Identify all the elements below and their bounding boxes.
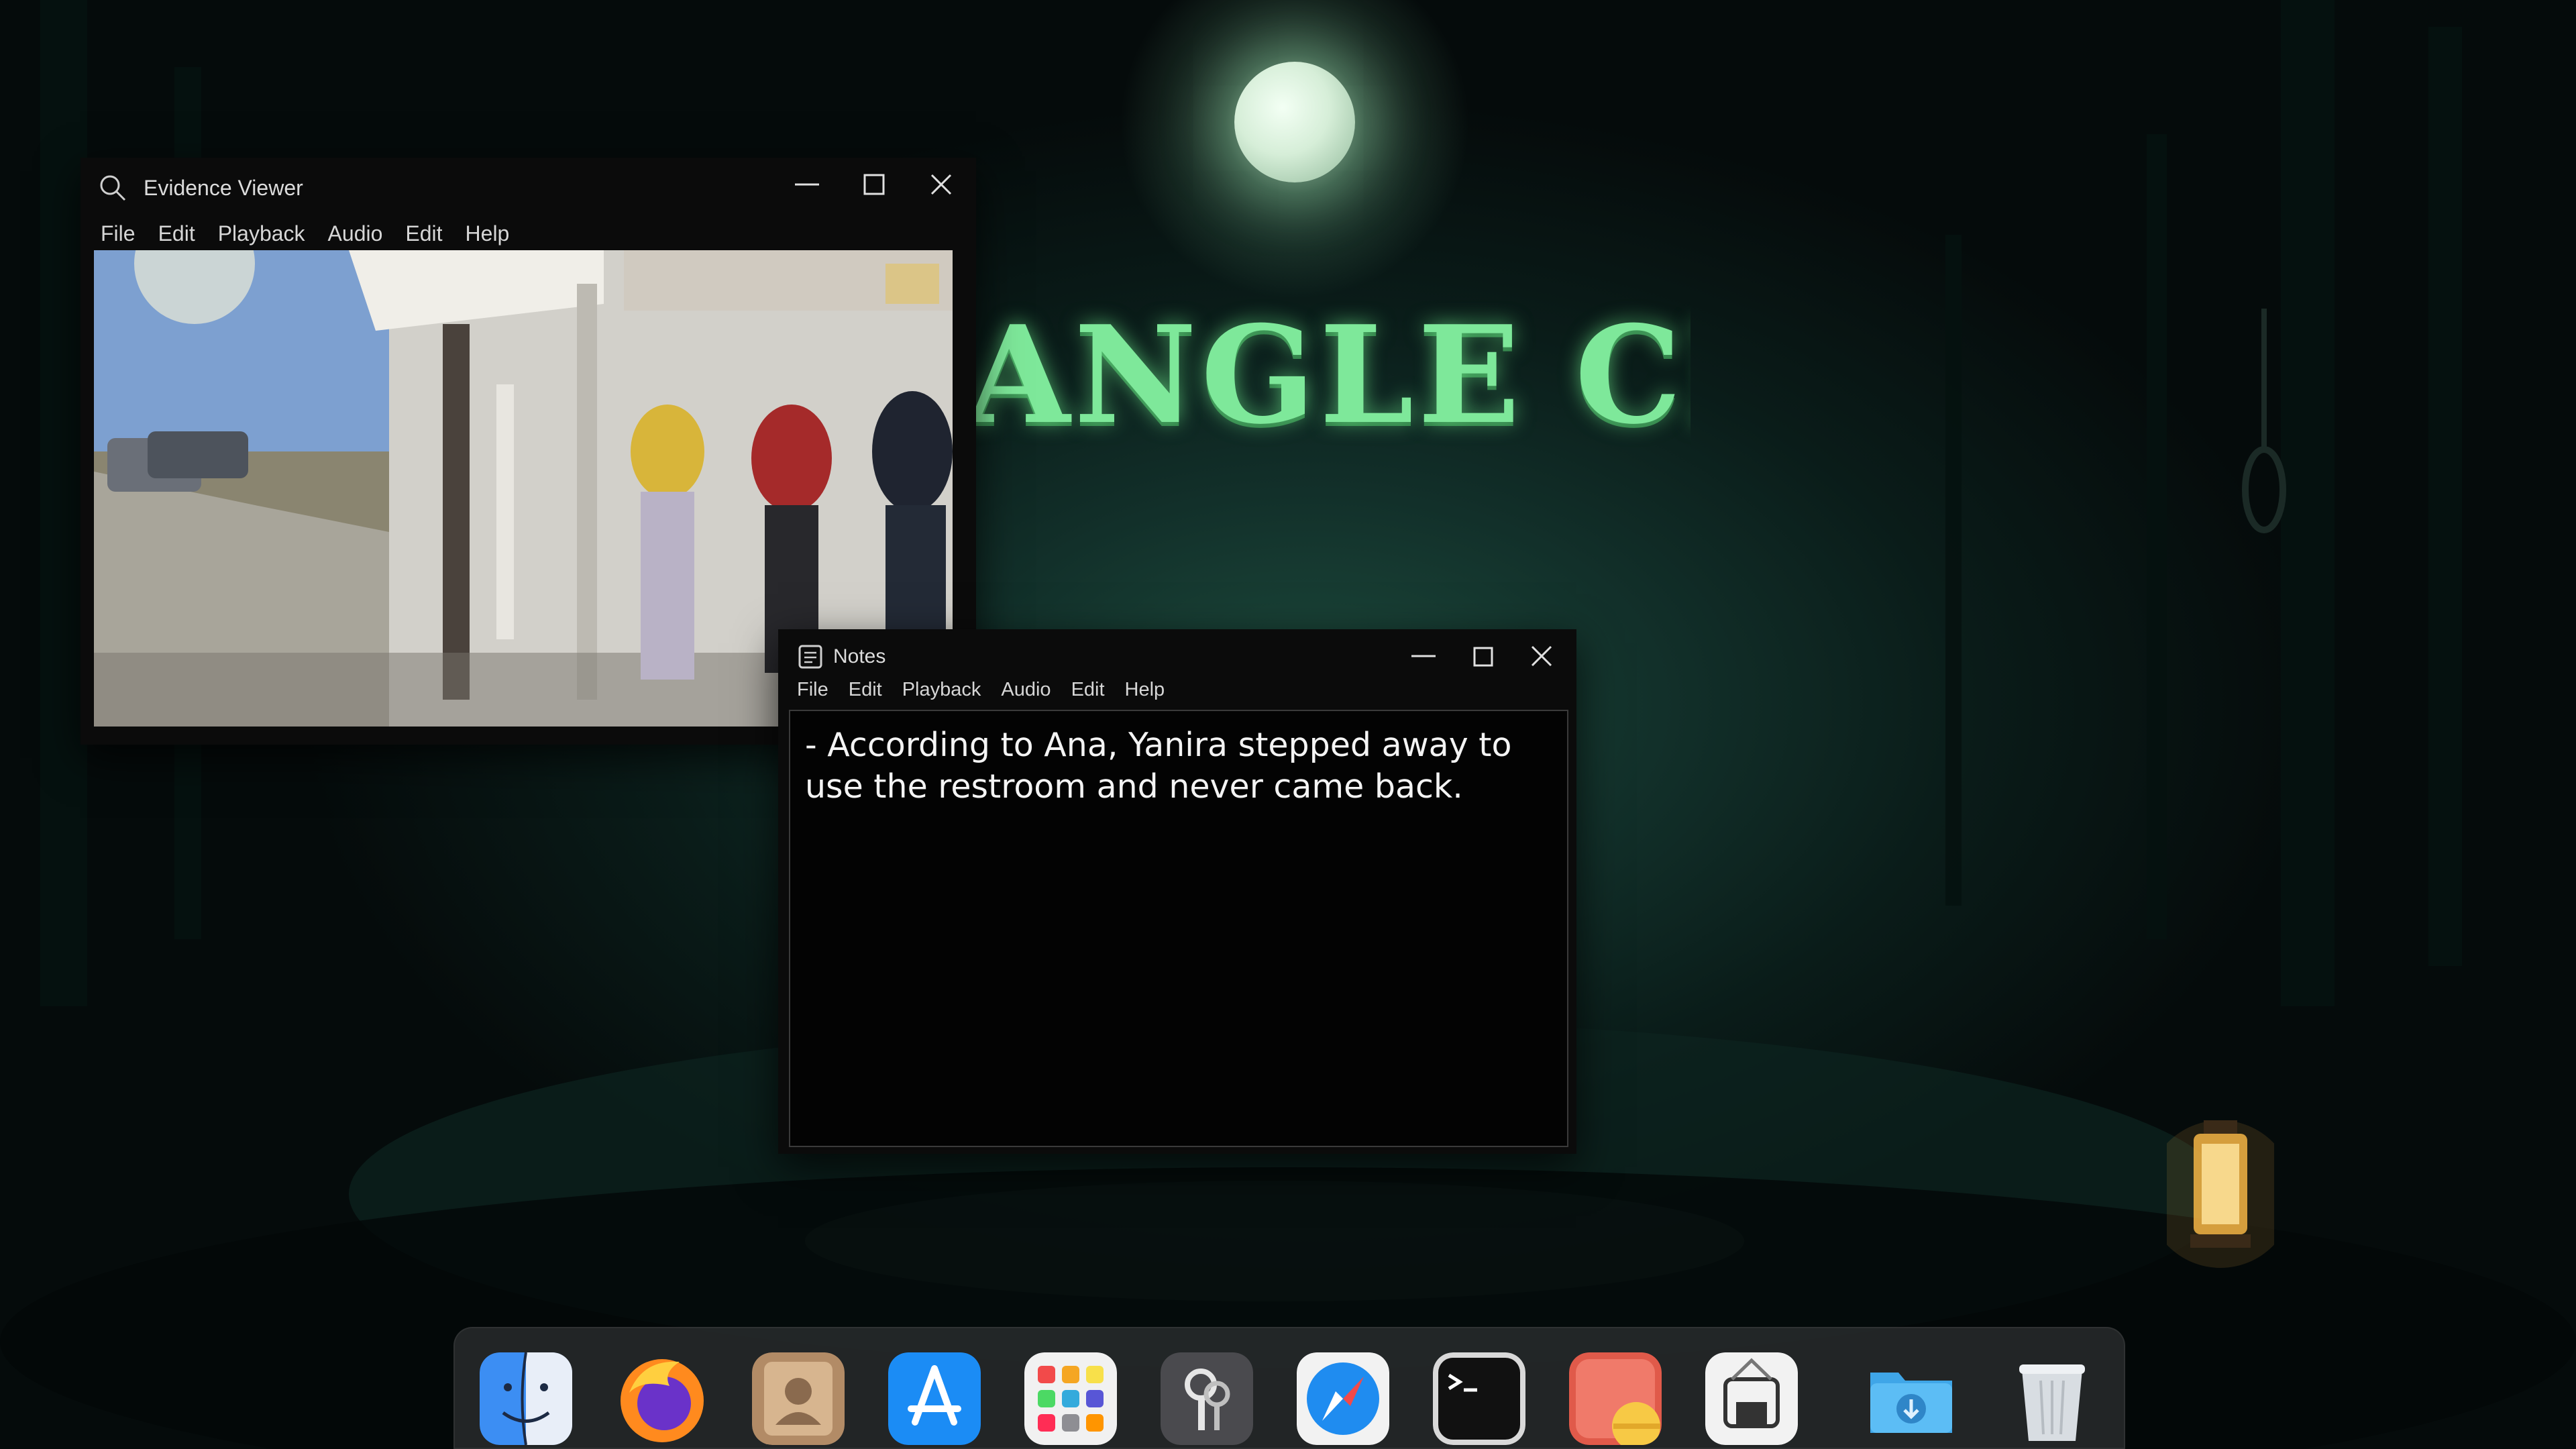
menu-edit-2[interactable]: Edit [405, 221, 442, 246]
contacts-icon[interactable] [752, 1352, 845, 1445]
maximize-icon [863, 174, 885, 195]
menu-bar: File Edit Playback Audio Edit Help [80, 221, 976, 246]
close-icon [930, 174, 952, 195]
lantern-decoration [2167, 1120, 2274, 1268]
window-title: Evidence Viewer [144, 175, 303, 200]
menu-edit[interactable]: Edit [158, 221, 195, 246]
minimize-icon [795, 183, 819, 186]
wallpaper-title: ANGLE CRIME [966, 297, 1690, 454]
image-viewer-icon[interactable] [1569, 1352, 1662, 1445]
system-information-icon[interactable] [1705, 1352, 1798, 1445]
minimize-icon [1411, 655, 1436, 657]
notes-window: Notes File Edit Playback Audio Edit Help… [778, 629, 1576, 1154]
minimize-button[interactable] [792, 170, 822, 199]
search-icon [98, 173, 127, 203]
notes-titlebar[interactable]: Notes [778, 629, 1576, 684]
trash-icon[interactable] [2006, 1352, 2098, 1445]
safari-icon[interactable] [1297, 1352, 1389, 1445]
notes-icon [797, 643, 824, 670]
notes-content[interactable]: - According to Ana, Yanira stepped away … [805, 724, 1550, 808]
menu-audio[interactable]: Audio [328, 221, 383, 246]
menu-help[interactable]: Help [1125, 679, 1165, 701]
firefox-icon[interactable] [616, 1352, 708, 1445]
maximize-icon [1473, 647, 1493, 667]
maximize-button[interactable] [859, 170, 889, 199]
notes-text-area[interactable]: - According to Ana, Yanira stepped away … [789, 710, 1568, 1147]
menu-file[interactable]: File [797, 679, 828, 701]
noose-decoration [2242, 309, 2286, 533]
window-title: Notes [833, 645, 886, 667]
launchpad-icon[interactable] [1024, 1352, 1117, 1445]
evidence-viewer-titlebar[interactable]: Evidence Viewer [80, 158, 976, 218]
menu-playback[interactable]: Playback [218, 221, 305, 246]
close-button[interactable] [926, 170, 956, 199]
moon [1234, 62, 1355, 182]
minimize-button[interactable] [1409, 641, 1438, 671]
terminal-icon[interactable] [1433, 1352, 1525, 1445]
downloads-folder-icon[interactable] [1865, 1352, 1957, 1445]
close-button[interactable] [1527, 641, 1556, 671]
menu-edit-2[interactable]: Edit [1071, 679, 1105, 701]
menu-file[interactable]: File [101, 221, 136, 246]
menu-audio[interactable]: Audio [1001, 679, 1051, 701]
menu-bar: File Edit Playback Audio Edit Help [778, 679, 1576, 701]
keychain-access-icon[interactable] [1161, 1352, 1253, 1445]
app-store-icon[interactable] [888, 1352, 981, 1445]
close-icon [1531, 645, 1552, 667]
menu-help[interactable]: Help [466, 221, 510, 246]
finder-icon[interactable] [480, 1352, 572, 1445]
menu-playback[interactable]: Playback [902, 679, 981, 701]
menu-edit[interactable]: Edit [849, 679, 882, 701]
maximize-button[interactable] [1468, 641, 1497, 671]
